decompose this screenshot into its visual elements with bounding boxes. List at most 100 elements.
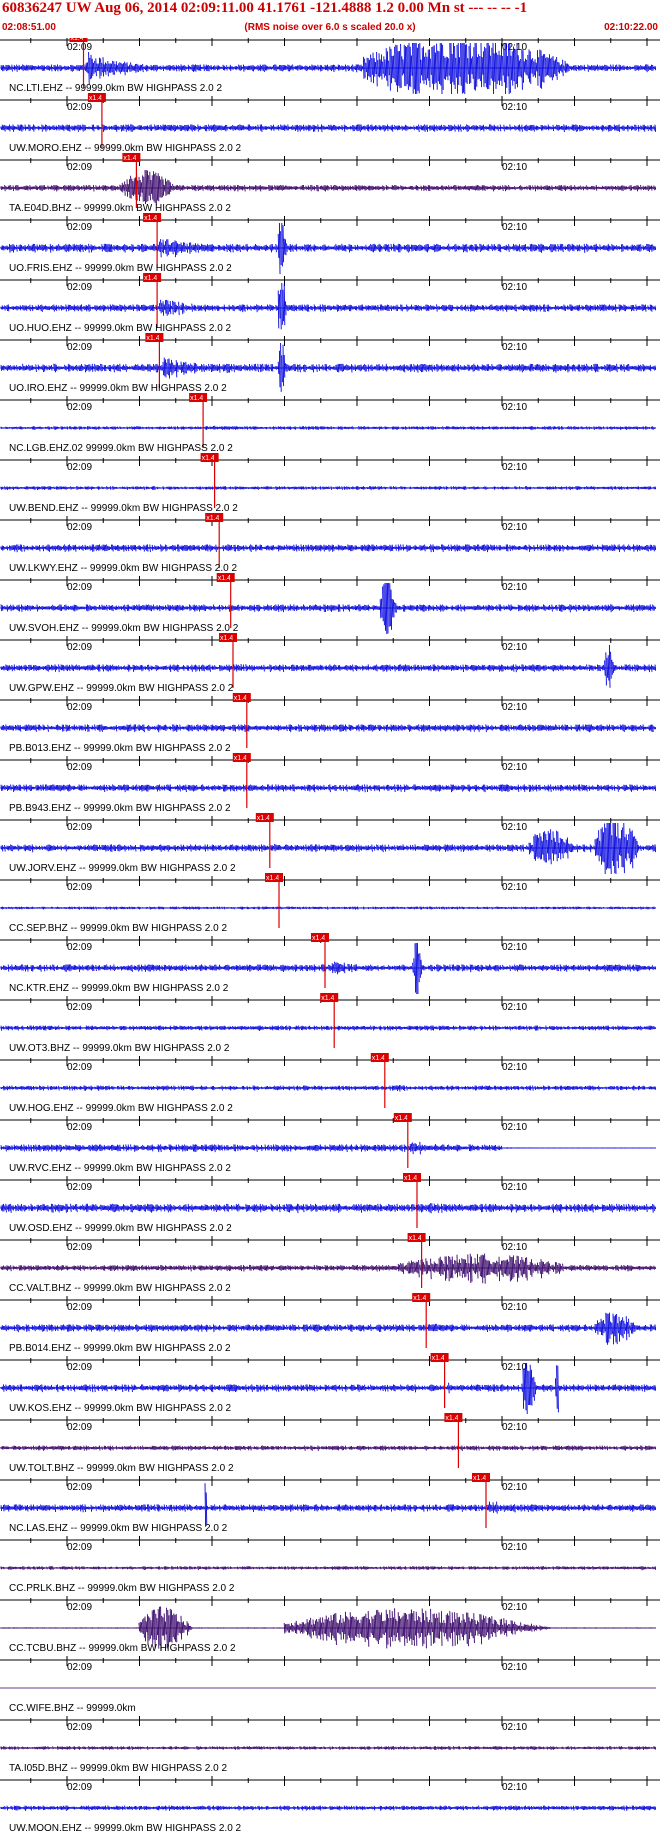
pick-label: x1.4	[445, 1415, 458, 1422]
time-label: 02:09	[67, 1662, 92, 1673]
pick-label: x1.4	[218, 575, 231, 582]
pick-label: x1.4	[266, 875, 279, 882]
station-label: UW.GPW.EHZ -- 99999.0km BW HIGHPASS 2.0 …	[9, 683, 234, 694]
end-time: 02:10:22.00	[604, 22, 658, 33]
time-label: 02:10	[502, 1122, 527, 1133]
trace-row: 02:09 02:10 x1.4 UW.HOG.EHZ -- 99999.0km BW…	[0, 1053, 660, 1114]
time-label: 02:09	[67, 1182, 92, 1193]
station-label: TA.E04D.BHZ -- 99999.0km BW HIGHPASS 2.0…	[9, 203, 231, 214]
time-label: 02:09	[67, 522, 92, 533]
waveform	[0, 644, 657, 688]
station-label: NC.LGB.EHZ.02 99999.0km BW HIGHPASS 2.0 …	[9, 443, 233, 454]
time-label: 02:10	[502, 1722, 527, 1733]
pick-label: x1.4	[190, 395, 203, 402]
trace-row: 02:09 02:10 x1.4 CC.VALT.BHZ -- 99999.0km B…	[0, 1233, 660, 1294]
trace-row: 02:09 02:10 x1.4 TA.E04D.BHZ -- 99999.0km B…	[0, 153, 660, 214]
time-label: 02:10	[502, 1662, 527, 1673]
time-label: 02:09	[67, 1122, 92, 1133]
station-label: PB.B943.EHZ -- 99999.0km BW HIGHPASS 2.0…	[9, 803, 231, 814]
time-label: 02:09	[67, 1302, 92, 1313]
time-label: 02:10	[502, 282, 527, 293]
time-label: 02:10	[502, 882, 527, 893]
trace-row: 02:09 02:10 x1.4 UW.SVOH.EHZ -- 99999.0km B…	[0, 573, 660, 635]
trace-row: 02:09 02:10 UW.MOON.EHZ -- 99999.0km BW HI…	[0, 1776, 660, 1834]
time-label: 02:09	[67, 1782, 92, 1793]
station-label: NC.LAS.EHZ -- 99999.0km BW HIGHPASS 2.0 …	[9, 1523, 228, 1534]
time-label: 02:09	[67, 462, 92, 473]
time-label: 02:09	[67, 1422, 92, 1433]
time-label: 02:10	[502, 462, 527, 473]
time-label: 02:10	[502, 102, 527, 113]
time-label: 02:10	[502, 1182, 527, 1193]
pick-label: x1.4	[257, 815, 270, 822]
pick-label: x1.4	[220, 635, 233, 642]
pick-label: x1.4	[234, 755, 247, 762]
station-label: UW.BEND.EHZ -- 99999.0km BW HIGHPASS 2.0…	[9, 503, 238, 514]
time-label: 02:10	[502, 402, 527, 413]
trace-row: 02:09 02:10 CC.TCBU.BHZ -- 99999.0km BW HI…	[0, 1596, 660, 1654]
station-label: UW.LKWY.EHZ -- 99999.0km BW HIGHPASS 2.0…	[9, 563, 237, 574]
trace-row: 02:09 02:10 x1.4 PB.B943.EHZ -- 99999.0km B…	[0, 753, 660, 814]
pick-label: x1.4	[123, 155, 136, 162]
time-label: 02:10	[502, 1602, 527, 1613]
time-label: 02:10	[502, 1062, 527, 1073]
waveform	[0, 1483, 657, 1527]
pick-label: x1.4	[206, 515, 219, 522]
station-label: NC.KTR.EHZ -- 99999.0km BW HIGHPASS 2.0 …	[9, 983, 229, 994]
time-label: 02:09	[67, 1542, 92, 1553]
waveform	[0, 169, 657, 206]
pick-label: x1.4	[432, 1355, 445, 1362]
station-label: CC.WIFE.BHZ -- 99999.0km	[9, 1703, 136, 1714]
time-label: 02:09	[67, 1722, 92, 1733]
time-label: 02:10	[502, 1302, 527, 1313]
time-label: 02:09	[67, 1242, 92, 1253]
station-label: PB.B014.EHZ -- 99999.0km BW HIGHPASS 2.0…	[9, 1343, 231, 1354]
trace-row: 02:09 02:10 CC.WIFE.BHZ -- 99999.0km	[0, 1656, 660, 1714]
time-label: 02:10	[502, 642, 527, 653]
time-label: 02:09	[67, 1602, 92, 1613]
trace-row: 02:09 02:10 x1.4 UW.OSD.EHZ -- 99999.0km BW…	[0, 1173, 660, 1234]
pick-label: x1.4	[372, 1055, 385, 1062]
time-label: 02:09	[67, 762, 92, 773]
time-label: 02:10	[502, 582, 527, 593]
trace-row: 02:09 02:10 x1.4 PB.B014.EHZ -- 99999.0km B…	[0, 1293, 660, 1354]
time-label: 02:09	[67, 882, 92, 893]
trace-row: 02:09 02:10 x1.4 NC.LAS.EHZ -- 99999.0km BW…	[0, 1473, 660, 1534]
time-label: 02:09	[67, 1482, 92, 1493]
station-label: UW.RVC.EHZ -- 99999.0km BW HIGHPASS 2.0 …	[9, 1163, 231, 1174]
trace-row: 02:09 02:10 x1.4 UO.HUO.EHZ -- 99999.0km BW…	[0, 273, 660, 334]
pick-label: x1.4	[89, 95, 102, 102]
trace-row: 02:09 02:10x1.4NC.LTI.EHZ -- 99999.0km BW…	[0, 38, 660, 95]
time-label: 02:10	[502, 1002, 527, 1013]
station-label: UW.MOON.EHZ -- 99999.0km BW HIGHPASS 2.0…	[9, 1823, 242, 1834]
station-label: UW.JORV.EHZ -- 99999.0km BW HIGHPASS 2.0…	[9, 863, 236, 874]
station-label: CC.TCBU.BHZ -- 99999.0km BW HIGHPASS 2.0…	[9, 1643, 236, 1654]
time-label: 02:09	[67, 642, 92, 653]
station-label: UW.TOLT.BHZ -- 99999.0km BW HIGHPASS 2.0…	[9, 1463, 234, 1474]
trace-row: 02:09 02:10 x1.4 UW.KOS.EHZ -- 99999.0km BW…	[0, 1353, 660, 1415]
time-label: 02:09	[67, 582, 92, 593]
pick-label: x1.4	[234, 695, 247, 702]
time-label: 02:10	[502, 342, 527, 353]
time-label: 02:09	[67, 102, 92, 113]
time-label: 02:10	[502, 162, 527, 173]
trace-row: 02:09 02:10 x1.4 UO.FRIS.EHZ -- 99999.0km B…	[0, 213, 660, 275]
time-label: 02:09	[67, 402, 92, 413]
time-label: 02:09	[67, 282, 92, 293]
trace-row: 02:09 02:10 x1.4 UW.MORO.EHZ -- 99999.0km B…	[0, 93, 660, 154]
waveform	[0, 1253, 657, 1284]
pick-label: x1.4	[395, 1115, 408, 1122]
station-label: UW.HOG.EHZ -- 99999.0km BW HIGHPASS 2.0 …	[9, 1103, 233, 1114]
seismogram-panel: 02:09 02:10x1.4NC.LTI.EHZ -- 99999.0km BW…	[0, 38, 660, 1834]
station-label: UW.OT3.BHZ -- 99999.0km BW HIGHPASS 2.0 …	[9, 1043, 230, 1054]
trace-row: 02:09 02:10 x1.4 UW.GPW.EHZ -- 99999.0km BW…	[0, 633, 660, 694]
time-label: 02:10	[502, 522, 527, 533]
time-label: 02:09	[67, 1002, 92, 1013]
time-label: 02:10	[502, 1242, 527, 1253]
pick-label: x1.4	[202, 455, 215, 462]
trace-row: 02:09 02:10 CC.PRLK.BHZ -- 99999.0km BW HI…	[0, 1536, 660, 1594]
time-label: 02:09	[67, 822, 92, 833]
station-label: UO.HUO.EHZ -- 99999.0km BW HIGHPASS 2.0 …	[9, 323, 232, 334]
trace-row: 02:09 02:10 x1.4 UW.RVC.EHZ -- 99999.0km BW…	[0, 1113, 660, 1174]
station-label: PB.B013.EHZ -- 99999.0km BW HIGHPASS 2.0…	[9, 743, 231, 754]
